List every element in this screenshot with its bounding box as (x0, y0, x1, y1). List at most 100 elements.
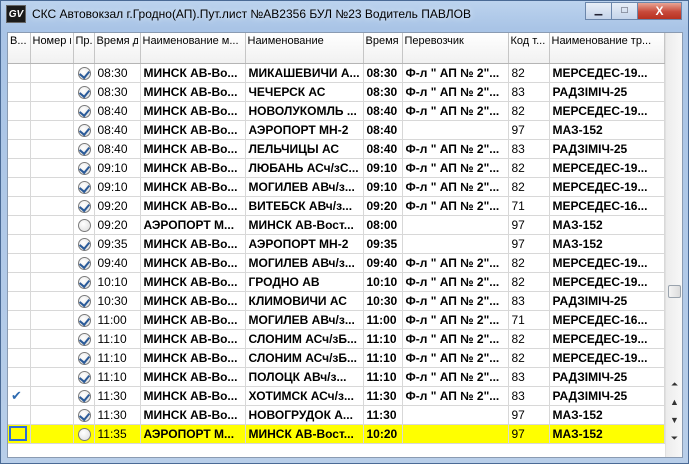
checked-radio-icon[interactable] (77, 66, 91, 80)
stop-name-cell: СЛОНИМ АСч/зБ... (245, 348, 364, 368)
col-stop-name-header[interactable]: Наименование (245, 33, 364, 64)
dispatch-time-cell: 09:20 (94, 215, 141, 235)
vehicle-name-cell: МЕРСЕДЕС-19... (549, 158, 665, 178)
stop-name-cell: МИНСК АВ-Вост... (245, 215, 364, 235)
status-cell (73, 367, 95, 387)
checked-radio-icon[interactable] (77, 351, 91, 365)
maximize-button[interactable]: □ (611, 2, 638, 20)
checked-radio-icon[interactable] (77, 370, 91, 384)
col-vehicle-name-header-label: Наименование тр... (551, 35, 652, 47)
vertical-scrollbar[interactable]: ⏶ ▲ ▼ ⏷ (665, 33, 682, 457)
scroll-down-button[interactable]: ⏷ (667, 431, 682, 446)
table-row[interactable]: 11:10 МИНСК АВ-Во... СЛОНИМ АСч/зБ... 11:10… (8, 348, 665, 368)
col-pr-header-label: Пр. (75, 35, 92, 47)
carrier-cell (402, 120, 509, 140)
focus-cell-box[interactable] (9, 426, 27, 442)
table-row[interactable]: 09:40 МИНСК АВ-Во... МОГИЛЕВ АВч/з... 09:40… (8, 253, 665, 273)
table-row[interactable]: 09:10 МИНСК АВ-Во... ЛЮБАНЬ АСч/зС... 09:10… (8, 158, 665, 178)
table-row[interactable]: 11:10 МИНСК АВ-Во... ПОЛОЦК АВч/з... 11:10 Ф… (8, 367, 665, 387)
stop-name-cell: МИНСК АВ-Вост... (245, 424, 364, 444)
table-row[interactable]: 09:20 АЭРОПОРТ М... МИНСК АВ-Вост... 08:00 9… (8, 215, 665, 235)
checked-radio-icon[interactable] (77, 332, 91, 346)
departure-time-cell: 08:40 (363, 120, 403, 140)
checked-radio-icon[interactable] (77, 142, 91, 156)
table-row[interactable]: ✔ 11:30 МИНСК АВ-Во... ХОТИМСК АСч/з... 11:3… (8, 386, 665, 406)
checked-radio-icon[interactable] (77, 85, 91, 99)
scroll-page-down-button[interactable]: ▼ (667, 413, 682, 428)
col-dispatch-time-header[interactable]: Время диспе... (94, 33, 141, 64)
col-departure-time-header[interactable]: Время отпр... (363, 33, 403, 64)
table-row[interactable]: 11:30 МИНСК АВ-Во... НОВОГРУДОК А... 11:30 9… (8, 405, 665, 425)
scrollbar-thumb[interactable] (668, 285, 681, 298)
stop-name-cell: ЛЕЛЬЧИЦЫ АС (245, 139, 364, 159)
close-button[interactable]: X (637, 2, 682, 20)
departure-time-cell: 09:40 (363, 253, 403, 273)
table-row[interactable]: 08:40 МИНСК АВ-Во... АЭРОПОРТ МН-2 08:40 97 М… (8, 120, 665, 140)
checked-radio-icon[interactable] (77, 123, 91, 137)
col-carrier-header-label: Перевозчик (404, 35, 464, 47)
scroll-first-button[interactable]: ⏶ (667, 377, 682, 392)
checked-radio-icon[interactable] (77, 180, 91, 194)
checked-radio-icon[interactable] (77, 237, 91, 251)
checked-radio-icon[interactable] (77, 408, 91, 422)
route-name-cell: МИНСК АВ-Во... (140, 82, 246, 102)
vehicle-code-cell: 83 (508, 139, 550, 159)
checked-radio-icon[interactable] (77, 104, 91, 118)
col-route-number-header[interactable]: Номер марш... (30, 33, 74, 64)
minimize-button[interactable]: ▁ (585, 2, 612, 20)
table-row[interactable]: 08:30 МИНСК АВ-Во... ЧЕЧЕРСК АС 08:30 Ф-л " … (8, 82, 665, 102)
checked-radio-icon[interactable] (77, 275, 91, 289)
vehicle-code-cell: 83 (508, 386, 550, 406)
window-controls: ▁ □ X (585, 2, 682, 20)
col-vehicle-code-header[interactable]: Код т... (508, 33, 550, 64)
table-row[interactable]: 11:10 МИНСК АВ-Во... СЛОНИМ АСч/зБ... 11:10… (8, 329, 665, 349)
col-vehicle-name-header[interactable]: Наименование тр... (549, 33, 665, 64)
table-row[interactable]: 10:30 МИНСК АВ-Во... КЛИМОВИЧИ АС 10:30 Ф-л … (8, 291, 665, 311)
checked-radio-icon[interactable] (77, 256, 91, 270)
checked-radio-icon[interactable] (77, 389, 91, 403)
table-row[interactable]: 11:00 МИНСК АВ-Во... МОГИЛЕВ АВч/з... 11:00… (8, 310, 665, 330)
col-carrier-header[interactable]: Перевозчик (402, 33, 509, 64)
vehicle-code-cell: 97 (508, 405, 550, 425)
col-route-name-header[interactable]: Наименование м... (140, 33, 246, 64)
table-row[interactable]: 08:40 МИНСК АВ-Во... НОВОЛУКОМЛЬ ... 08:40 Ф… (8, 101, 665, 121)
carrier-cell: Ф-л " АП № 2"... (402, 291, 509, 311)
checked-radio-icon[interactable] (77, 161, 91, 175)
col-pr-header[interactable]: Пр. (73, 33, 95, 64)
scroll-page-up-button[interactable]: ▲ (667, 395, 682, 410)
radio-icon[interactable] (77, 427, 91, 441)
checked-radio-icon[interactable] (77, 313, 91, 327)
col-v-header[interactable]: В... (8, 33, 31, 64)
vehicle-code-cell: 82 (508, 348, 550, 368)
dispatch-time-cell: 11:00 (94, 310, 141, 330)
table-row[interactable]: 09:35 МИНСК АВ-Во... АЭРОПОРТ МН-2 09:35 97 М… (8, 234, 665, 254)
carrier-cell: Ф-л " АП № 2"... (402, 367, 509, 387)
route-name-cell: МИНСК АВ-Во... (140, 329, 246, 349)
route-number-cell (30, 177, 74, 197)
col-route-name-header-label: Наименование м... (142, 35, 239, 47)
status-cell (73, 348, 95, 368)
table-row[interactable]: 10:10 МИНСК АВ-Во... ГРОДНО АВ 10:10 Ф-л " А… (8, 272, 665, 292)
radio-icon[interactable] (77, 218, 91, 232)
table-row[interactable]: 08:40 МИНСК АВ-Во... ЛЕЛЬЧИЦЫ АС 08:40 Ф-л "… (8, 139, 665, 159)
table-row[interactable]: 09:20 МИНСК АВ-Во... ВИТЕБСК АВч/з... 09:20… (8, 196, 665, 216)
table-row[interactable]: 11:35 АЭРОПОРТ М... МИНСК АВ-Вост... 10:20 9… (8, 424, 665, 444)
carrier-cell: Ф-л " АП № 2"... (402, 272, 509, 292)
table-row[interactable]: 08:30 МИНСК АВ-Во... МИКАШЕВИЧИ А... 08:30 Ф… (8, 63, 665, 83)
route-number-cell (30, 367, 74, 387)
status-cell (73, 386, 95, 406)
checked-radio-icon[interactable] (77, 294, 91, 308)
status-cell (73, 158, 95, 178)
route-number-cell (30, 139, 74, 159)
table-row[interactable]: 09:10 МИНСК АВ-Во... МОГИЛЕВ АВч/з... 09:10… (8, 177, 665, 197)
departure-time-cell: 11:10 (363, 348, 403, 368)
carrier-cell: Ф-л " АП № 2"... (402, 196, 509, 216)
checked-radio-icon[interactable] (77, 199, 91, 213)
vehicle-code-cell: 82 (508, 272, 550, 292)
carrier-cell: Ф-л " АП № 2"... (402, 310, 509, 330)
route-name-cell: МИНСК АВ-Во... (140, 177, 246, 197)
title-bar[interactable]: GV СКС Автовокзал г.Гродно(АП).Пут.лист … (1, 1, 688, 29)
dispatch-time-cell: 08:30 (94, 63, 141, 83)
stop-name-cell: МОГИЛЕВ АВч/з... (245, 253, 364, 273)
route-name-cell: МИНСК АВ-Во... (140, 101, 246, 121)
